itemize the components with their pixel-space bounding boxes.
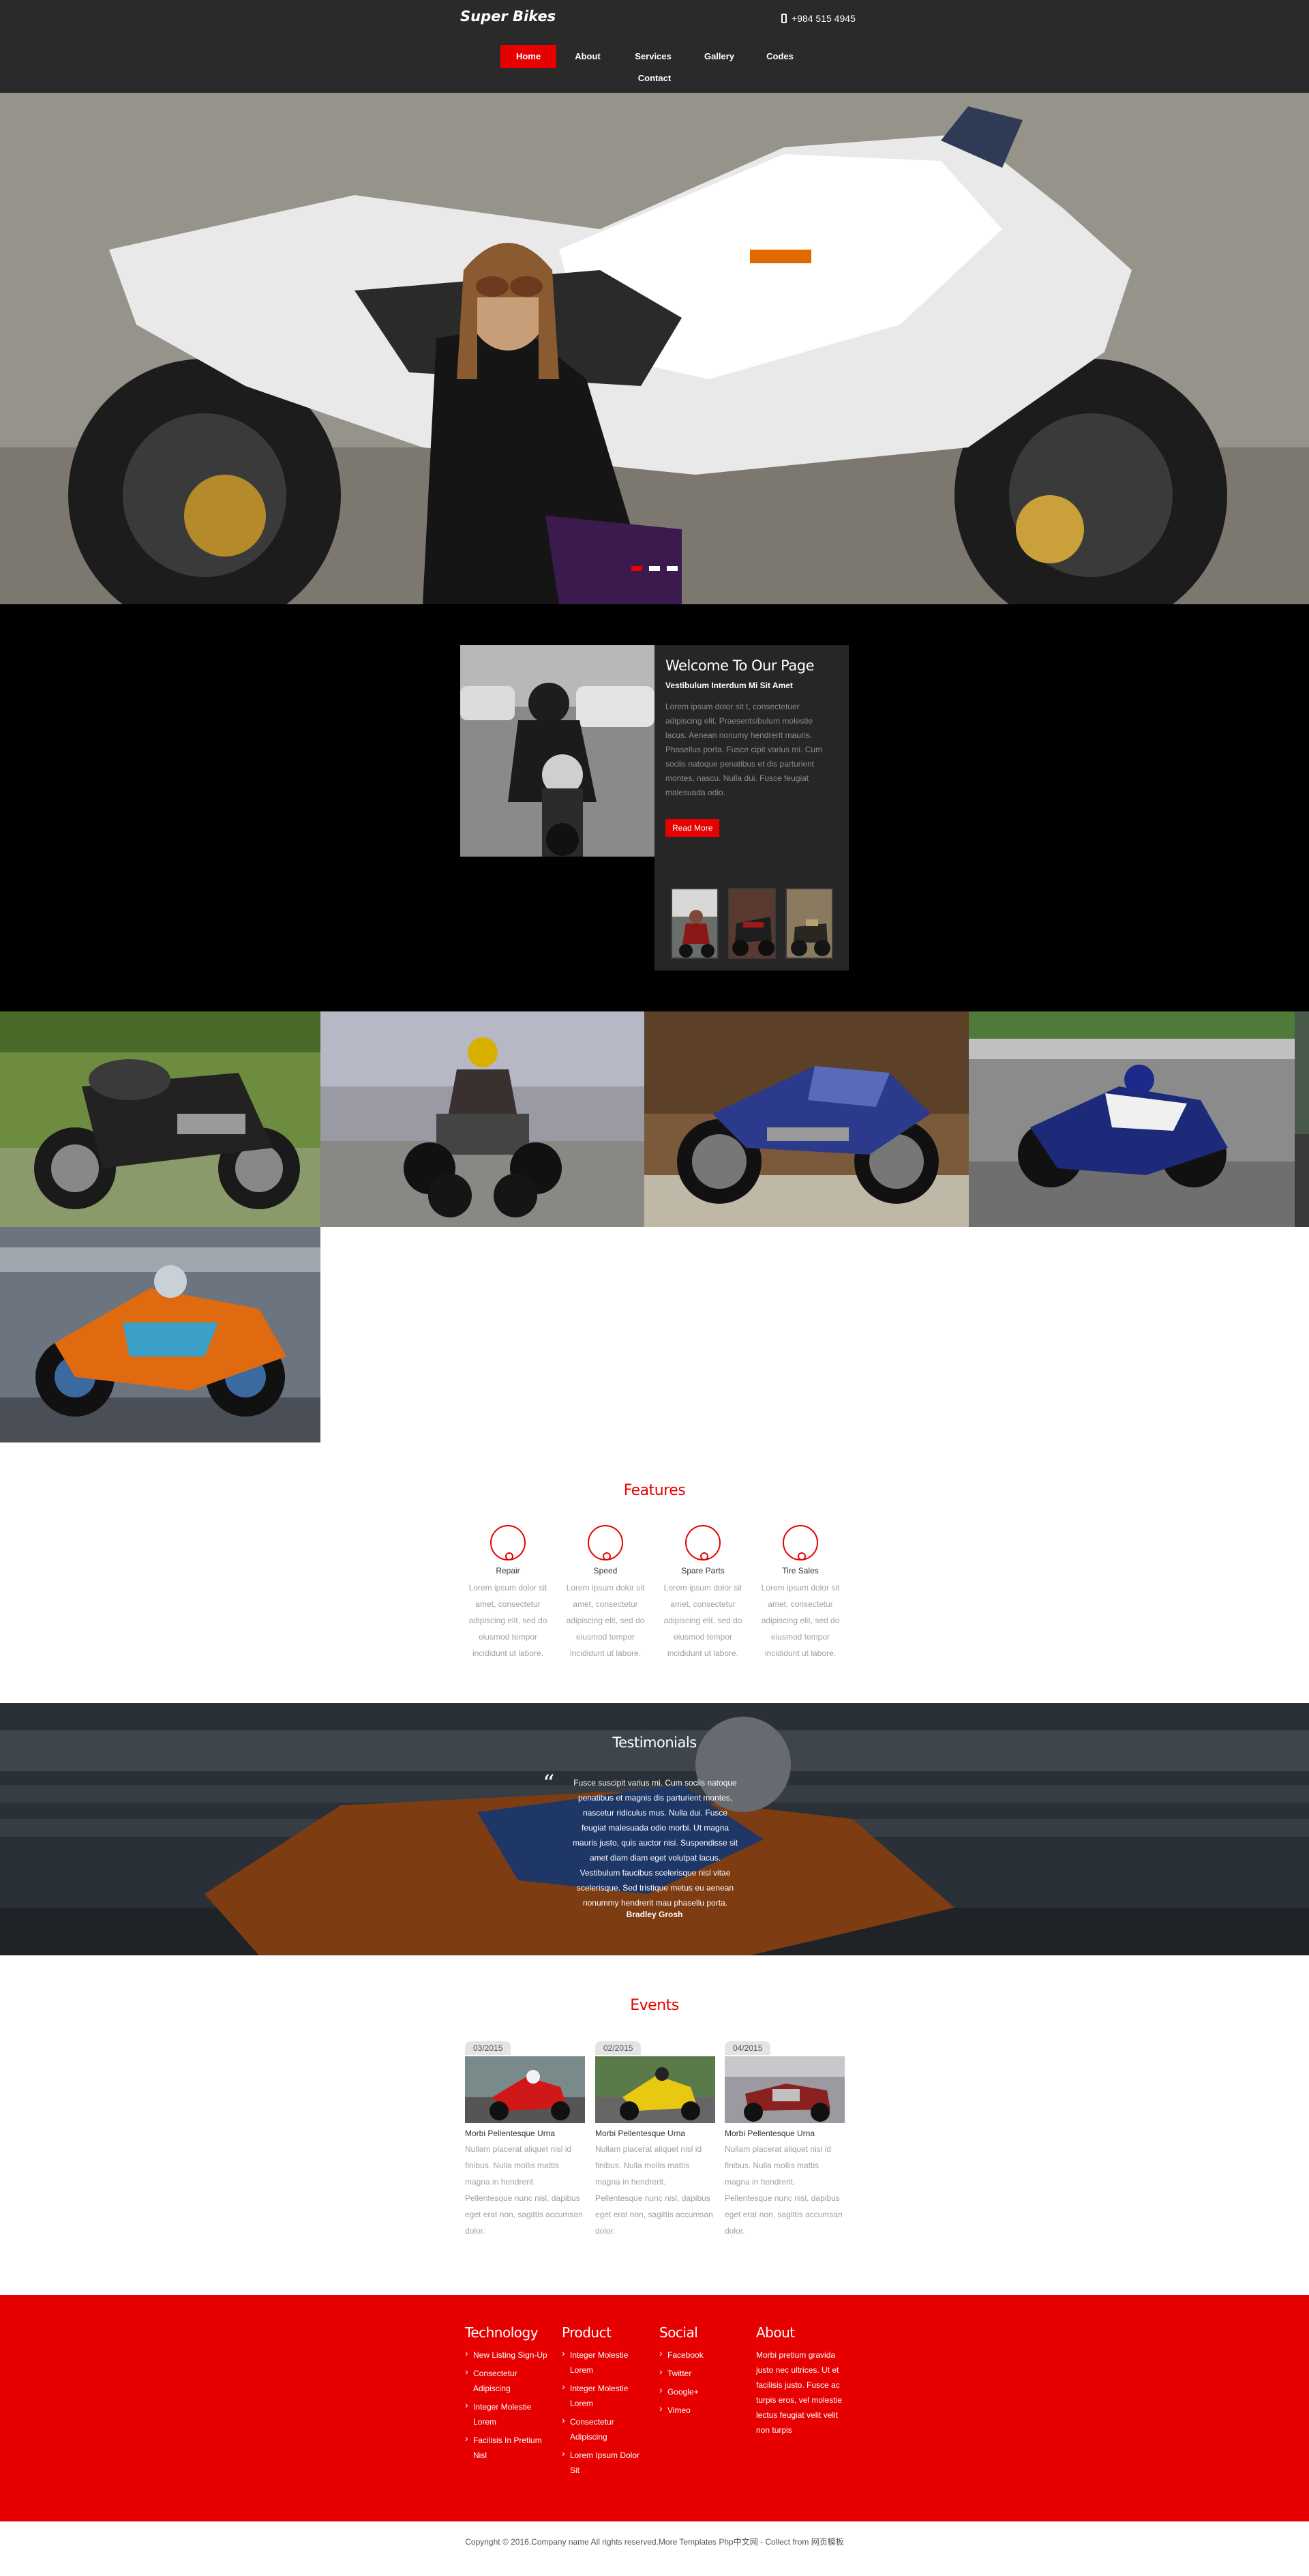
feature-text: Lorem ipsum dolor sit amet, consectetur … [566, 1583, 645, 1658]
site-footer: Technology New Listing Sign-Up Consectet… [0, 2295, 1309, 2521]
testimonials-heading: Testimonials [612, 1734, 697, 1751]
footer-link-twitter[interactable]: Twitter [659, 2364, 748, 2381]
footer-product-title: Product [562, 2324, 612, 2341]
event-text: Nullam placerat aliquet nisl id finibus.… [725, 2144, 843, 2236]
footer-link[interactable]: Lorem Ipsum Dolor Sit [562, 2446, 650, 2478]
gallery-item-partial[interactable] [1295, 1011, 1309, 1227]
feature-name: Speed [593, 1566, 618, 1575]
site-logo[interactable]: Super Bikes [460, 8, 556, 25]
tire-sales-icon [783, 1525, 818, 1560]
welcome-thumbnails [671, 888, 833, 959]
testimonials-section: Testimonials “ Fusce suscipit varius mi.… [0, 1703, 1309, 1955]
welcome-subtitle: Vestibulum Interdum Mi Sit Amet [665, 681, 793, 690]
thumbnail-1[interactable] [671, 888, 719, 959]
event-card[interactable]: 02/2015 Morbi Pellentesque Urna Nullam p… [595, 2041, 715, 2239]
nav-contact[interactable]: Contact [633, 67, 676, 90]
event-image[interactable] [465, 2056, 585, 2123]
feature-name: Tire Sales [782, 1566, 819, 1575]
footer-about-title: About [756, 2324, 795, 2341]
event-text: Nullam placerat aliquet nisl id finibus.… [465, 2144, 583, 2236]
phone-contact: +984 515 4945 [781, 13, 856, 24]
footer-link[interactable]: Integer Molestie Lorem [562, 2379, 650, 2411]
thumbnail-2[interactable] [728, 888, 776, 959]
welcome-rider-photo [460, 645, 654, 857]
gallery-item-orange-bike[interactable] [0, 1227, 320, 1442]
footer-technology-title: Technology [465, 2324, 539, 2341]
footer-link[interactable]: Integer Molestie Lorem [465, 2397, 554, 2429]
nav-home[interactable]: Home [500, 45, 556, 68]
read-more-button[interactable]: Read More [665, 819, 720, 837]
footer-link[interactable]: Facilisis In Pretium Nisl [465, 2431, 554, 2463]
event-date: 04/2015 [725, 2041, 771, 2055]
feature-repair: Repair Lorem ipsum dolor sit amet, conse… [464, 1525, 552, 1661]
footer-about-text: Morbi pretium gravida justo nec ultrices… [756, 2350, 843, 2435]
quote-icon: “ [543, 1770, 555, 1797]
slider-dot-2[interactable] [649, 566, 660, 571]
nav-about[interactable]: About [569, 45, 607, 68]
thumbnail-3[interactable] [785, 888, 833, 959]
features-heading: Features [623, 1482, 686, 1499]
nav-gallery[interactable]: Gallery [699, 45, 740, 68]
event-date: 02/2015 [595, 2041, 642, 2055]
gallery-item-cruiser[interactable] [0, 1011, 320, 1227]
footer-about: About Morbi pretium gravida justo nec ul… [756, 2324, 852, 2438]
feature-name: Repair [496, 1566, 520, 1575]
footer-social: Social Facebook Twitter Google+ Vimeo [659, 2324, 748, 2421]
event-image[interactable] [725, 2056, 845, 2123]
testimonial-quote: Fusce suscipit varius mi. Cum sociis nat… [572, 1778, 738, 1908]
slider-pagination [631, 566, 678, 571]
feature-tire-sales: Tire Sales Lorem ipsum dolor sit amet, c… [757, 1525, 844, 1661]
speed-icon [588, 1525, 623, 1560]
site-header: Super Bikes +984 515 4945 Home About Ser… [0, 0, 1309, 93]
event-card[interactable]: 03/2015 Morbi Pellentesque Urna Nullam p… [465, 2041, 585, 2239]
welcome-content-box: Welcome To Our Page Vestibulum Interdum … [654, 645, 849, 971]
footer-link-vimeo[interactable]: Vimeo [659, 2401, 748, 2418]
event-title[interactable]: Morbi Pellentesque Urna [465, 2129, 585, 2138]
feature-name: Spare Parts [681, 1566, 725, 1575]
copyright-text: Copyright © 2016.Company name All rights… [465, 2537, 844, 2547]
hero-motorcycle-image [0, 93, 1309, 604]
feature-speed: Speed Lorem ipsum dolor sit amet, consec… [562, 1525, 649, 1661]
footer-link[interactable]: New Listing Sign-Up [465, 2345, 554, 2363]
welcome-section: Welcome To Our Page Vestibulum Interdum … [0, 604, 1309, 1011]
gallery-item-sportbike[interactable] [644, 1011, 969, 1227]
welcome-title: Welcome To Our Page [665, 657, 815, 674]
nav-codes[interactable]: Codes [761, 45, 799, 68]
footer-link[interactable]: Integer Molestie Lorem [562, 2345, 650, 2378]
footer-link-facebook[interactable]: Facebook [659, 2345, 748, 2363]
event-date: 03/2015 [465, 2041, 511, 2055]
mobile-phone-icon [781, 14, 787, 23]
gallery-item-quad[interactable] [320, 1011, 644, 1227]
footer-social-title: Social [659, 2324, 698, 2341]
feature-text: Lorem ipsum dolor sit amet, consectetur … [468, 1583, 547, 1658]
footer-link-google-plus[interactable]: Google+ [659, 2382, 748, 2399]
events-heading: Events [630, 1997, 679, 2014]
footer-link[interactable]: Consectetur Adipiscing [465, 2364, 554, 2396]
feature-spare-parts: Spare Parts Lorem ipsum dolor sit amet, … [659, 1525, 747, 1661]
event-image[interactable] [595, 2056, 715, 2123]
event-title[interactable]: Morbi Pellentesque Urna [725, 2129, 845, 2138]
repair-icon [490, 1525, 526, 1560]
gallery-grid [0, 1011, 1309, 1442]
spare-parts-icon [685, 1525, 721, 1560]
slider-dot-3[interactable] [667, 566, 678, 571]
phone-number: +984 515 4945 [792, 13, 856, 24]
footer-link[interactable]: Consectetur Adipiscing [562, 2412, 650, 2444]
event-card[interactable]: 04/2015 Morbi Pellentesque Urna Nullam p… [725, 2041, 845, 2239]
feature-text: Lorem ipsum dolor sit amet, consectetur … [663, 1583, 742, 1658]
event-text: Nullam placerat aliquet nisl id finibus.… [595, 2144, 713, 2236]
slider-dot-1[interactable] [631, 566, 642, 571]
feature-text: Lorem ipsum dolor sit amet, consectetur … [761, 1583, 840, 1658]
footer-product: Product Integer Molestie Lorem Integer M… [562, 2324, 650, 2481]
welcome-text: Lorem ipsum dolor sit t, consectetuer ad… [665, 702, 823, 797]
testimonial-author: Bradley Grosh [626, 1910, 683, 1919]
hero-slider[interactable] [0, 93, 1309, 604]
event-title[interactable]: Morbi Pellentesque Urna [595, 2129, 715, 2138]
nav-services[interactable]: Services [629, 45, 677, 68]
gallery-item-racer[interactable] [969, 1011, 1295, 1227]
footer-technology: Technology New Listing Sign-Up Consectet… [465, 2324, 554, 2466]
